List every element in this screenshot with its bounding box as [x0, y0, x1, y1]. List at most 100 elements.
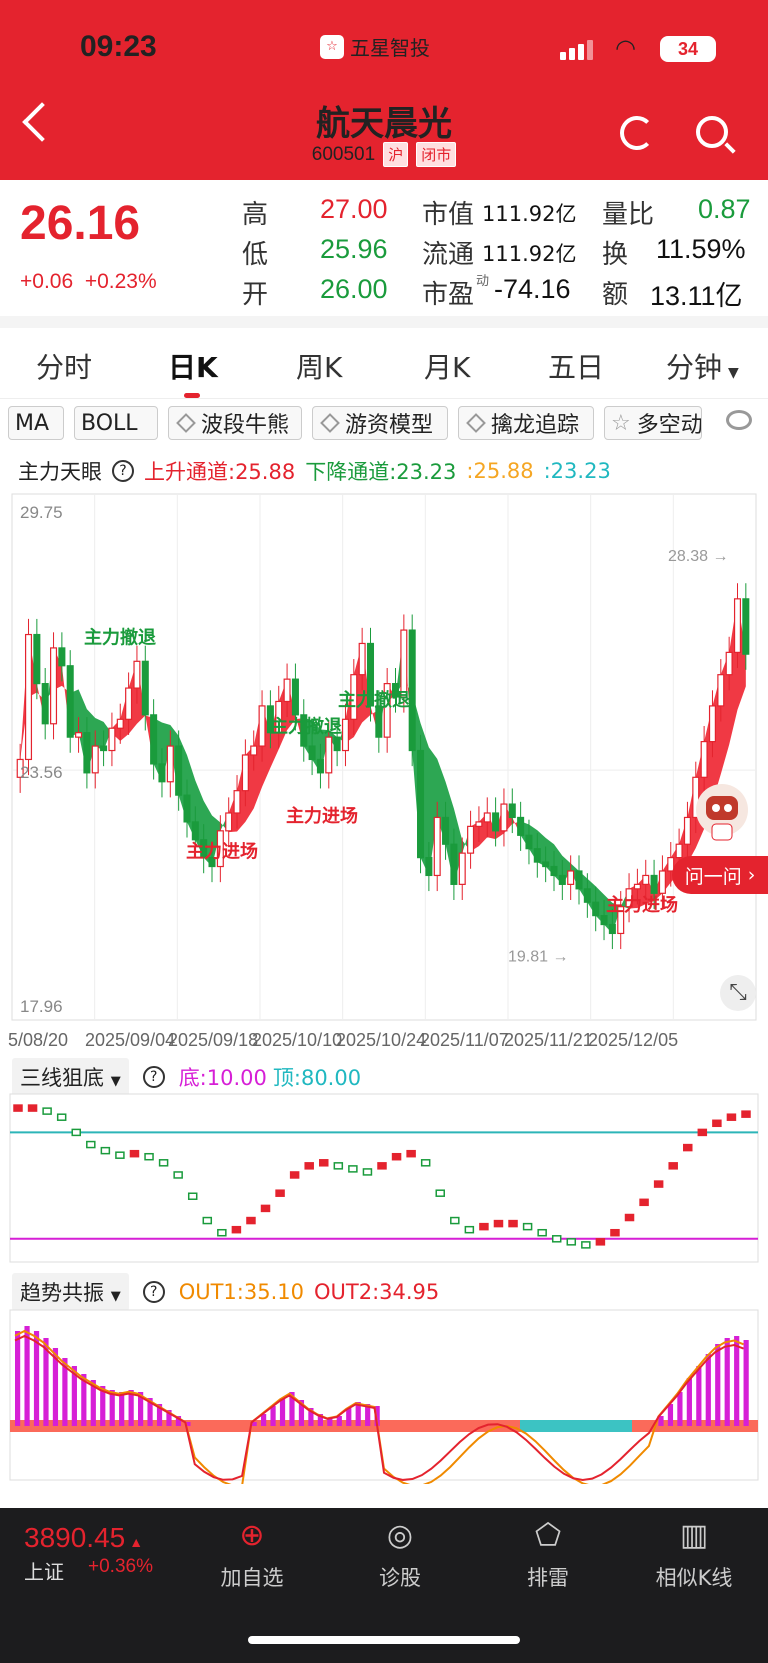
- sub2-bar: [696, 1366, 702, 1426]
- chevron-down-icon: ▼: [728, 365, 739, 381]
- candle-body: [433, 816, 441, 877]
- turnover-label: 换: [602, 240, 629, 270]
- chip-long-short[interactable]: ☆ 多空动: [604, 406, 702, 440]
- candle-body: [225, 812, 233, 832]
- chip-hot-money[interactable]: 游资模型: [312, 406, 448, 440]
- sub1-mark: [246, 1216, 256, 1225]
- candle-body: [191, 821, 199, 841]
- sub1-mark: [493, 1219, 504, 1228]
- ask-button[interactable]: 问一问 ›: [672, 856, 768, 894]
- down-channel-label: 下降通道:23.23: [305, 460, 457, 484]
- vr-label: 量比: [602, 200, 655, 230]
- x-tick-label: 2025/12/05: [588, 1030, 678, 1050]
- sub1-mark: [144, 1152, 154, 1161]
- sub2-bar: [346, 1408, 352, 1426]
- chevron-down-icon: ▼: [110, 1289, 121, 1304]
- chip-boll[interactable]: BOLL: [74, 406, 158, 440]
- amount-label: 额: [602, 280, 629, 310]
- star-icon: ☆: [611, 410, 631, 436]
- pentagon-icon: ⬠: [534, 1518, 562, 1553]
- help-icon[interactable]: ?: [112, 460, 134, 482]
- tab-monthly-k[interactable]: 月K: [424, 346, 470, 386]
- candle-body: [50, 647, 58, 725]
- home-indicator: [248, 1636, 520, 1644]
- candle-body: [333, 736, 341, 752]
- help-icon[interactable]: ?: [142, 1281, 165, 1303]
- similar-kline-label: 相似K线: [655, 1566, 733, 1590]
- chip-ma[interactable]: MA: [8, 406, 64, 440]
- tab-five-day[interactable]: 五日: [548, 346, 604, 386]
- sub1-mark: [551, 1235, 562, 1243]
- candle-body: [316, 758, 324, 774]
- amount-value: 13.11亿: [650, 281, 743, 311]
- channel-value-2: :23.23: [543, 459, 611, 483]
- search-icon[interactable]: [696, 116, 728, 148]
- tab-weekly-k[interactable]: 周K: [296, 346, 342, 386]
- sub2-zero-band: [520, 1420, 632, 1432]
- chip-band[interactable]: 波段牛熊: [168, 406, 302, 440]
- risk-scan-button[interactable]: ⬠ 排雷: [488, 1512, 608, 1592]
- candle-body: [533, 848, 541, 863]
- kline-chart[interactable]: 29.7523.5617.9628.38 →19.81 →主力撤退主力撤退主力撤…: [0, 490, 768, 1050]
- chip-long-short-label: 多空动: [636, 413, 702, 438]
- tab-intraday[interactable]: 分时: [36, 346, 92, 386]
- candle-body: [75, 732, 83, 738]
- candle-body: [83, 732, 91, 774]
- gem-icon: [466, 413, 486, 433]
- index-value[interactable]: 3890.45 ▲: [24, 1522, 143, 1554]
- wifi-icon: ◠: [615, 34, 636, 62]
- x-tick-label: 2025/10/10: [252, 1030, 342, 1050]
- robot-icon[interactable]: [692, 782, 752, 844]
- candle-body: [567, 870, 575, 885]
- sub1-mark: [668, 1162, 678, 1170]
- sub1-mark: [86, 1140, 96, 1149]
- eye-icon[interactable]: [726, 410, 752, 430]
- chevron-down-icon: ▼: [110, 1074, 121, 1089]
- sub1-mark: [464, 1225, 475, 1234]
- candle-body: [475, 821, 483, 827]
- candle-body: [291, 678, 299, 716]
- candle-body: [325, 736, 333, 774]
- gem-icon: [176, 413, 196, 433]
- candle-body: [633, 883, 641, 890]
- chart-frame: [11, 493, 757, 1021]
- low-value: 25.96: [320, 234, 388, 264]
- expand-icon[interactable]: ⤡: [720, 975, 756, 1011]
- sub1-mark: [42, 1107, 52, 1115]
- signal-icon: [560, 40, 593, 60]
- tab-daily-k[interactable]: 日K: [168, 346, 218, 386]
- help-icon[interactable]: ?: [142, 1066, 165, 1088]
- candle-body: [442, 816, 450, 845]
- sub1-bottom-label: 底:10.00: [178, 1066, 267, 1090]
- chip-dragon[interactable]: 擒龙追踪: [458, 406, 594, 440]
- sub2-name: 趋势共振: [20, 1281, 104, 1305]
- index-value-text: 3890.45: [24, 1522, 126, 1553]
- refresh-icon[interactable]: [620, 116, 654, 150]
- similar-kline-button[interactable]: ▥ 相似K线: [634, 1512, 754, 1592]
- sub1-mark: [231, 1225, 242, 1234]
- candle-body: [725, 651, 733, 676]
- sub1-mark: [697, 1128, 708, 1137]
- sub1-mark: [173, 1171, 183, 1179]
- sub2-bar: [270, 1406, 276, 1426]
- candle-body: [241, 754, 249, 792]
- candle-body: [166, 745, 174, 783]
- candle-body: [158, 763, 166, 783]
- sub1-mark: [319, 1159, 329, 1167]
- float-value: 111.92亿: [482, 242, 577, 266]
- candle-body: [233, 790, 241, 814]
- sub1-mark: [624, 1213, 635, 1222]
- out1-label: OUT1:35.10: [178, 1280, 304, 1304]
- candle-body: [675, 843, 683, 859]
- candle-body: [525, 834, 533, 850]
- status-brand: ☆ 五星智投: [320, 32, 430, 61]
- diagnose-button[interactable]: ◎ 诊股: [340, 1512, 460, 1592]
- float-label: 流通: [422, 240, 475, 270]
- candle-body: [608, 923, 616, 935]
- candle-body: [650, 874, 658, 894]
- tab-minute[interactable]: 分钟 ▼: [666, 346, 739, 386]
- signal-annotation: 主力撤退: [338, 689, 410, 710]
- add-watchlist-button[interactable]: ⊕ 加自选: [192, 1512, 312, 1592]
- tab-minute-label: 分钟: [666, 351, 723, 384]
- main-indicator-name: 主力天眼: [18, 460, 102, 484]
